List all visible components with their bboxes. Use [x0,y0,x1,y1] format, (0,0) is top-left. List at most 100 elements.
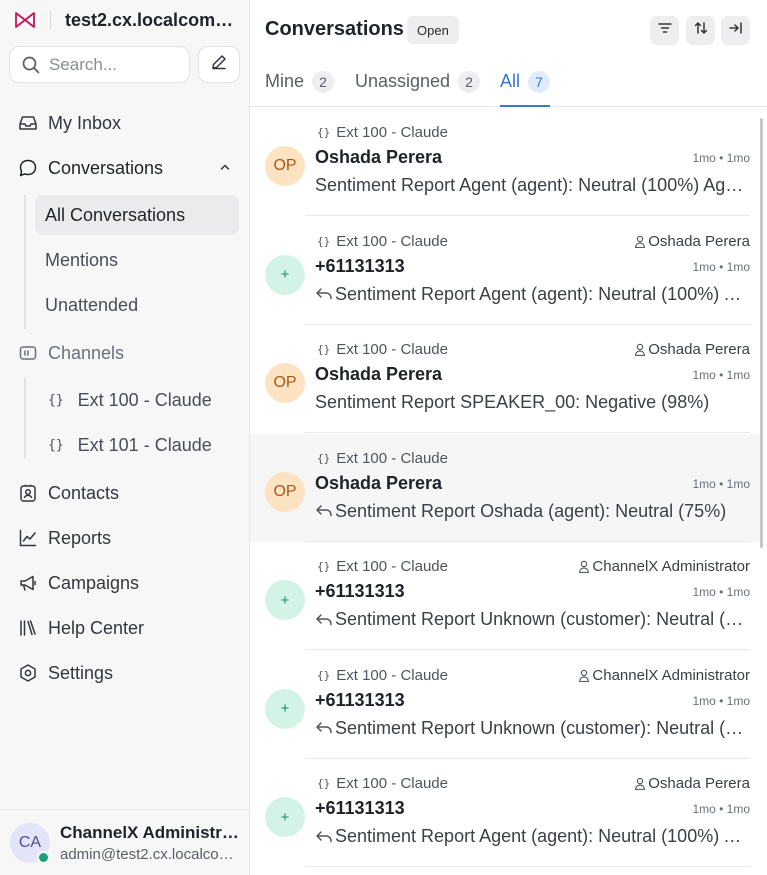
user-icon [578,560,590,573]
nav-campaigns[interactable]: Campaigns [10,563,240,603]
braces-icon: {} [317,451,331,465]
contact-name: +61131313 [315,798,405,818]
message-preview: Sentiment Report SPEAKER_00: Negative (9… [315,392,750,413]
contact-name: Oshada Perera [315,472,443,493]
current-user[interactable]: CA ChannelX Administrator admin@test2.cx… [0,809,250,875]
channels-guide-line [24,378,26,458]
message-preview: Sentiment Report Oshada (agent): Neutral… [315,501,750,522]
reply-arrow-icon [315,612,333,628]
inbox-name: Ext 100 - Claude [336,232,448,250]
row-divider [305,866,750,867]
brand-divider [50,11,51,29]
assignee-name: Oshada Perera [648,232,750,250]
assignee-label: Oshada Perera [634,233,750,250]
collapse-panel-button[interactable] [721,16,750,45]
avatar: OP [265,363,305,403]
megaphone-icon [18,573,38,593]
user-icon [578,669,590,682]
nav-conversations[interactable]: Conversations [10,148,240,188]
search-box[interactable] [9,46,190,83]
inbox-label: {} Ext 100 - Claude [317,775,448,792]
workspace-header[interactable]: test2.cx.localcompany.io [14,8,244,32]
chat-bubble-icon [18,158,38,178]
pencil-icon [210,53,228,76]
channel-item-label: Ext 101 - Claude [77,434,212,455]
user-icon [634,343,646,356]
tab-count-badge: 7 [528,71,551,93]
tab-mine[interactable]: Mine 2 [265,71,335,107]
conversation-item[interactable]: OP {} Ext 100 - Claude Oshada Perera 1mo • 1… [250,108,761,216]
conversation-item[interactable]: OP {} Ext 100 - Claude Oshada Perera 1mo • 1… [250,433,761,542]
inbox-label: {} Ext 100 - Claude [317,450,448,467]
contact-name: Oshada Perera [315,364,443,384]
subnav-unattended[interactable]: Unattended [35,285,239,325]
tab-all[interactable]: All 7 [500,71,551,107]
message-text: Sentiment Report Agent (agent): Neutral … [335,826,750,846]
inbox-name: Ext 100 - Claude [336,775,448,792]
timestamp: 1mo • 1mo [692,151,750,165]
inbox-name: Ext 100 - Claude [336,449,448,467]
nav-campaigns-label: Campaigns [48,572,140,593]
nav-settings[interactable]: Settings [10,653,240,693]
chevron-up-icon[interactable] [218,160,232,174]
assignee-label: ChannelX Administrator [578,558,750,575]
conversation-item[interactable]: + {} Ext 100 - Claude ChannelX Administrato… [250,542,761,650]
assignee-tabs: Mine 2 Unassigned 2 All 7 [250,60,767,107]
inbox-label: {} Ext 100 - Claude [317,667,448,684]
timestamp: 1mo • 1mo [692,802,750,816]
user-icon [634,235,646,248]
filter-button[interactable] [650,16,679,45]
nav-reports[interactable]: Reports [10,518,240,558]
conversation-item[interactable]: + {} Ext 100 - Claude Oshada Perera +6113131… [250,759,761,867]
sort-button[interactable] [686,16,715,45]
conversation-item[interactable]: OP {} Ext 100 - Claude Oshada Perera Oshada … [250,325,761,433]
nav-channels[interactable]: Channels [10,333,240,373]
channel-item[interactable]: {} Ext 100 - Claude [40,380,240,420]
reply-arrow-icon [315,829,333,845]
nav-contacts[interactable]: Contacts [10,473,240,513]
contact-name: Oshada Perera [315,147,443,167]
channel-item-label: Ext 100 - Claude [77,389,212,410]
conversation-item[interactable]: + {} Ext 100 - Claude Oshada Perera +6113131… [250,217,761,325]
tab-unassigned[interactable]: Unassigned 2 [355,71,481,107]
page-title: Conversations [265,18,404,40]
conversation-item[interactable]: + {} Ext 100 - Claude ChannelX Administrato… [250,651,761,759]
reply-arrow-icon [315,503,333,519]
subnav-mentions[interactable]: Mentions [35,240,239,280]
inbox-label: {} Ext 100 - Claude [317,558,448,575]
inbox-label: {} Ext 100 - Claude [317,124,448,141]
nav-my-inbox[interactable]: My Inbox [10,103,240,143]
avatar: + [265,797,305,837]
search-icon [22,56,40,74]
tab-label: Mine [265,71,305,91]
timestamp: 1mo • 1mo [692,693,750,708]
channel-item[interactable]: {} Ext 101 - Claude [40,425,240,465]
avatar: OP [265,146,305,186]
message-text: Sentiment Report Oshada (agent): Neutral… [335,500,727,521]
contact-card-icon [18,483,38,503]
library-icon [18,618,38,638]
message-text: Sentiment Report Agent (agent): Neutral … [315,175,750,195]
tab-label: All [500,71,521,91]
inbox-name: Ext 100 - Claude [336,666,448,684]
inbox-icon [18,113,38,133]
assignee-label: Oshada Perera [634,341,750,358]
brand-logo-icon [14,9,36,31]
reply-arrow-icon [315,720,333,736]
compose-button[interactable] [198,46,240,83]
avatar: + [265,254,305,295]
user-icon [634,777,646,790]
nav-contacts-label: Contacts [48,482,120,503]
subnav-all-conversations[interactable]: All Conversations [35,195,239,235]
assignee-name: Oshada Perera [648,341,750,358]
assignee-name: ChannelX Administrator [592,666,750,684]
nav-settings-label: Settings [48,662,114,683]
inbox-label: {} Ext 100 - Claude [317,341,448,358]
online-status-dot [37,851,50,864]
scrollbar[interactable] [760,118,763,548]
status-filter-button[interactable]: Open [407,16,459,44]
subnav-guide-line [24,195,26,329]
search-input[interactable] [49,54,179,75]
nav-help-center[interactable]: Help Center [10,608,240,648]
chart-line-icon [18,528,38,548]
